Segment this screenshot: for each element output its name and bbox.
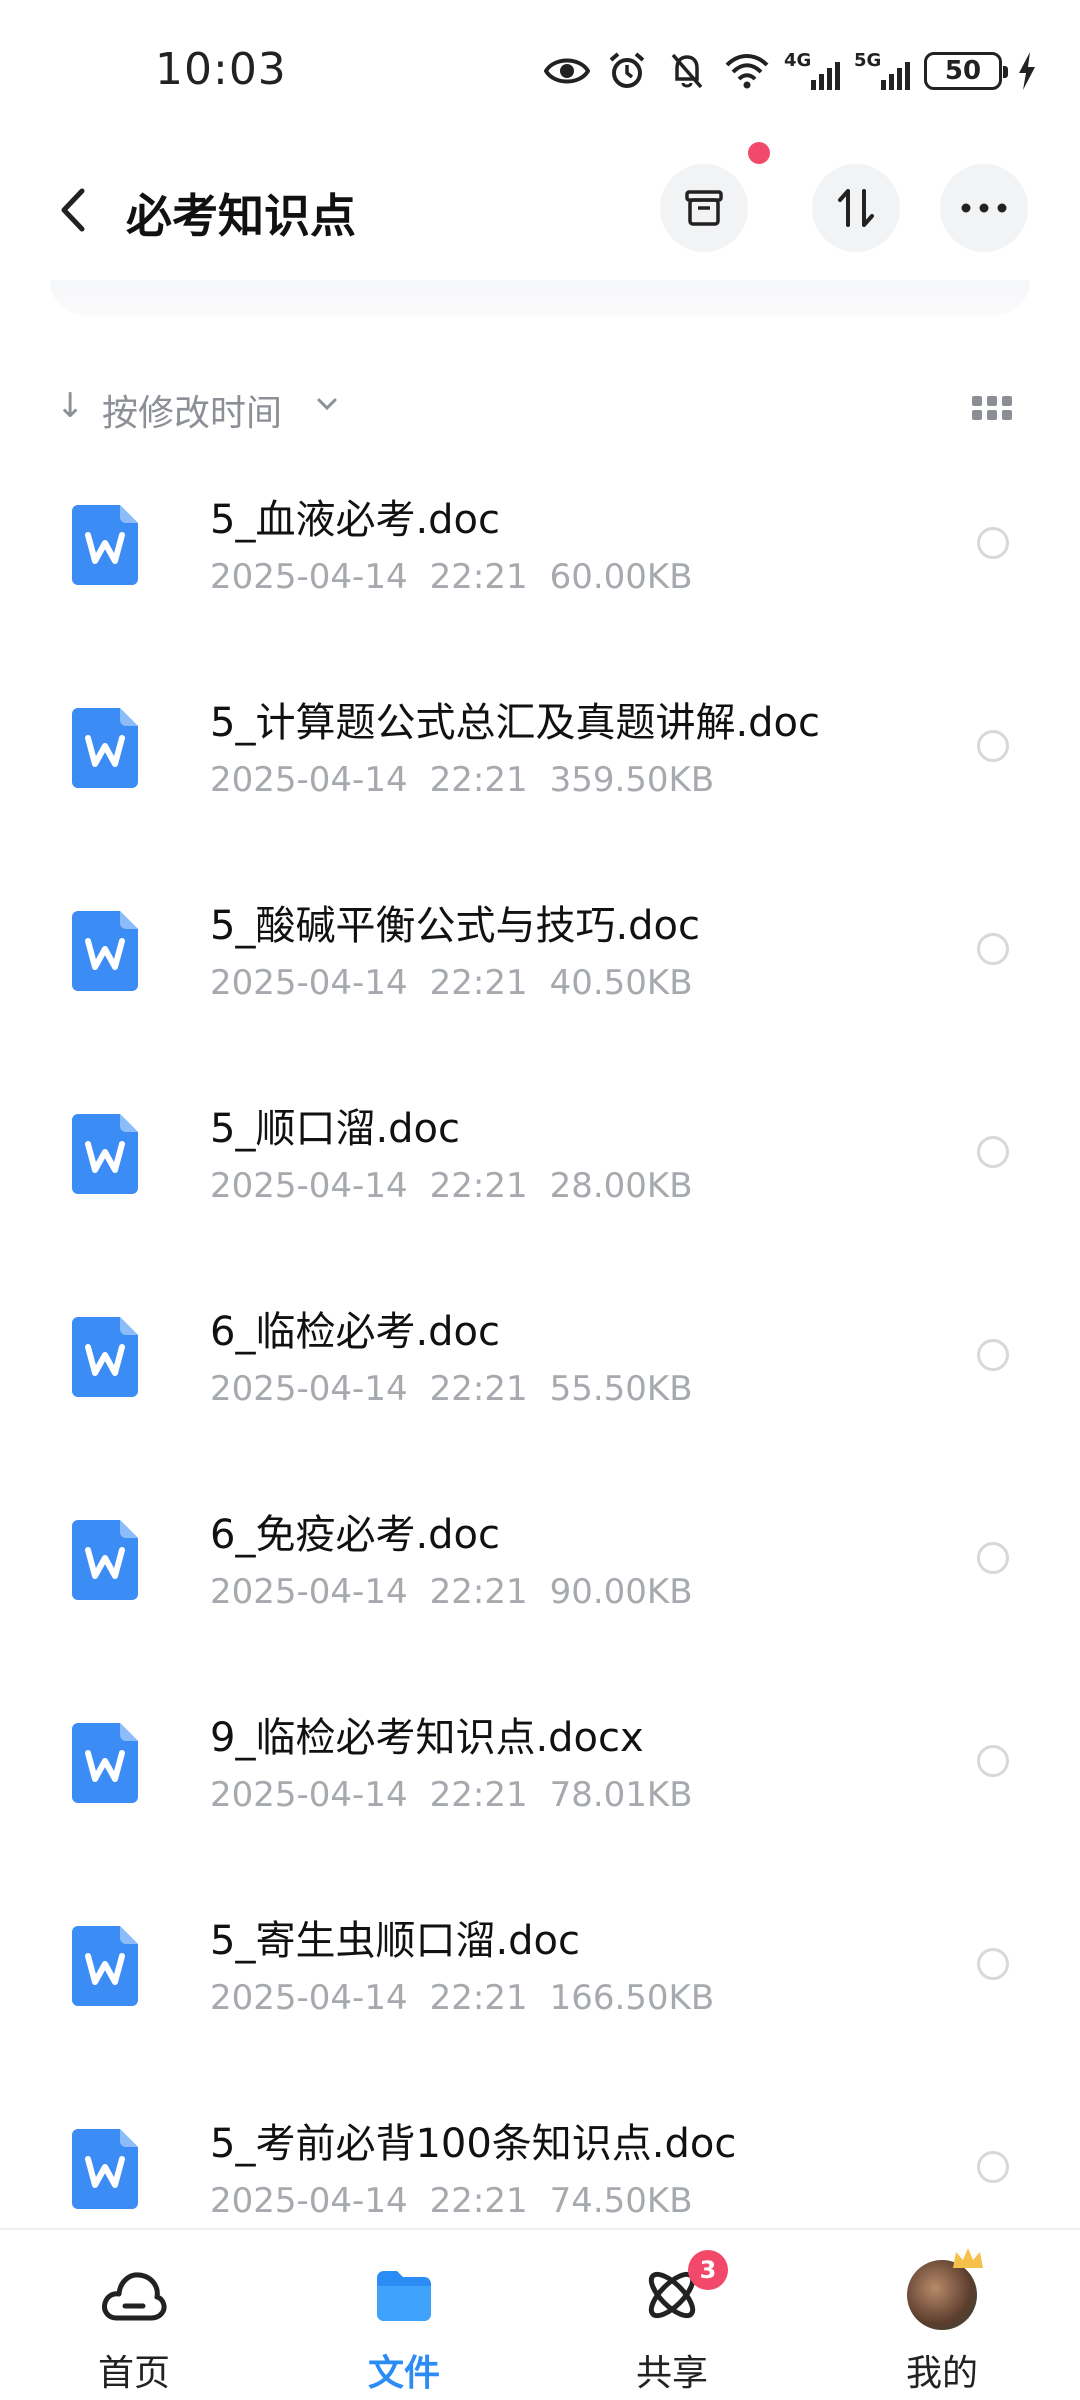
word-doc-icon bbox=[72, 1114, 138, 1194]
word-doc-icon bbox=[72, 1723, 138, 1803]
select-checkbox[interactable] bbox=[977, 730, 1009, 762]
nav-mine-label: 我的 bbox=[905, 2353, 978, 2394]
collapsed-search-panel bbox=[50, 280, 1030, 316]
word-doc-icon bbox=[72, 708, 138, 788]
nav-files-label: 文件 bbox=[367, 2353, 440, 2394]
sort-label[interactable]: 按修改时间 bbox=[102, 384, 282, 436]
file-row[interactable]: 6_临检必考.doc 2025-04-14 22:21 55.50KB bbox=[0, 1287, 1080, 1490]
page-title: 必考知识点 bbox=[126, 189, 356, 243]
word-doc-icon bbox=[72, 1317, 138, 1397]
eye-icon bbox=[544, 48, 590, 94]
file-meta: 2025-04-14 22:21 40.50KB bbox=[210, 963, 693, 1003]
word-doc-icon bbox=[72, 2129, 138, 2209]
archive-icon bbox=[685, 190, 723, 226]
file-name: 5_顺口溜.doc bbox=[210, 1106, 461, 1152]
sort-row: ↓ 按修改时间 bbox=[0, 370, 1080, 450]
more-button[interactable] bbox=[940, 164, 1028, 252]
file-row[interactable]: 6_免疫必考.doc 2025-04-14 22:21 90.00KB bbox=[0, 1490, 1080, 1693]
archive-button[interactable] bbox=[660, 164, 748, 252]
file-name: 9_临检必考知识点.docx bbox=[210, 1715, 644, 1761]
file-name: 5_酸碱平衡公式与技巧.doc bbox=[210, 903, 701, 949]
word-doc-icon bbox=[72, 1520, 138, 1600]
nav-share[interactable]: 3 共享 bbox=[592, 2250, 752, 2400]
sort-button[interactable] bbox=[812, 164, 900, 252]
select-checkbox[interactable] bbox=[977, 1745, 1009, 1777]
status-time: 10:03 bbox=[155, 44, 287, 95]
word-doc-icon bbox=[72, 1926, 138, 2006]
arrow-down-icon: ↓ bbox=[56, 386, 85, 426]
file-row[interactable]: 5_血液必考.doc 2025-04-14 22:21 60.00KB bbox=[0, 475, 1080, 678]
nav-home-label: 首页 bbox=[97, 2353, 170, 2394]
header: 必考知识点 bbox=[0, 150, 1080, 270]
status-bar: 10:03 4G 5G 50 bbox=[0, 0, 1080, 140]
notification-dot bbox=[748, 142, 770, 164]
file-meta: 2025-04-14 22:21 60.00KB bbox=[210, 557, 693, 597]
nav-files[interactable]: 文件 bbox=[324, 2260, 484, 2400]
file-row[interactable]: 5_寄生虫顺口溜.doc 2025-04-14 22:21 166.50KB bbox=[0, 1896, 1080, 2099]
word-doc-icon bbox=[72, 505, 138, 585]
signal-5g-icon: 5G bbox=[854, 48, 910, 94]
file-list: 5_血液必考.doc 2025-04-14 22:21 60.00KB 5_计算题公… bbox=[0, 475, 1080, 2302]
file-meta: 2025-04-14 22:21 78.01KB bbox=[210, 1775, 693, 1815]
file-name: 5_寄生虫顺口溜.doc bbox=[210, 1918, 581, 1964]
file-name: 5_计算题公式总汇及真题讲解.doc bbox=[210, 700, 821, 746]
sort-arrows-icon bbox=[838, 189, 874, 227]
select-checkbox[interactable] bbox=[977, 1339, 1009, 1371]
file-name: 5_考前必背100条知识点.doc bbox=[210, 2121, 737, 2167]
file-meta: 2025-04-14 22:21 55.50KB bbox=[210, 1369, 693, 1409]
share-badge: 3 bbox=[688, 2250, 728, 2290]
chevron-left-icon bbox=[61, 188, 85, 232]
folder-icon bbox=[369, 2260, 439, 2330]
avatar bbox=[907, 2248, 983, 2330]
file-row[interactable]: 9_临检必考知识点.docx 2025-04-14 22:21 78.01KB bbox=[0, 1693, 1080, 1896]
nav-mine[interactable]: 我的 bbox=[862, 2248, 1022, 2400]
battery-icon: 50 bbox=[924, 52, 1008, 90]
file-name: 6_免疫必考.doc bbox=[210, 1512, 501, 1558]
file-row[interactable]: 5_顺口溜.doc 2025-04-14 22:21 28.00KB bbox=[0, 1084, 1080, 1287]
file-name: 6_临检必考.doc bbox=[210, 1309, 501, 1355]
file-name: 5_血液必考.doc bbox=[210, 497, 501, 543]
mute-bell-icon bbox=[664, 48, 710, 94]
status-icons: 4G 5G 50 bbox=[544, 48, 1038, 94]
select-checkbox[interactable] bbox=[977, 1948, 1009, 1980]
signal-4g-icon: 4G bbox=[784, 48, 840, 94]
select-checkbox[interactable] bbox=[977, 933, 1009, 965]
select-checkbox[interactable] bbox=[977, 1542, 1009, 1574]
cloud-icon bbox=[99, 2260, 169, 2330]
file-meta: 2025-04-14 22:21 28.00KB bbox=[210, 1166, 693, 1206]
bottom-nav: 首页 文件 3 共享 我的 bbox=[0, 2228, 1080, 2400]
file-meta: 2025-04-14 22:21 90.00KB bbox=[210, 1572, 693, 1612]
file-row[interactable]: 5_计算题公式总汇及真题讲解.doc 2025-04-14 22:21 359.50… bbox=[0, 678, 1080, 881]
file-meta: 2025-04-14 22:21 74.50KB bbox=[210, 2181, 693, 2221]
word-doc-icon bbox=[72, 911, 138, 991]
back-button[interactable] bbox=[48, 180, 98, 240]
file-row[interactable]: 5_酸碱平衡公式与技巧.doc 2025-04-14 22:21 40.50KB bbox=[0, 881, 1080, 1084]
select-checkbox[interactable] bbox=[977, 1136, 1009, 1168]
chevron-down-icon[interactable] bbox=[316, 396, 338, 415]
more-dots-icon bbox=[961, 203, 1007, 213]
file-meta: 2025-04-14 22:21 166.50KB bbox=[210, 1978, 715, 2018]
select-checkbox[interactable] bbox=[977, 527, 1009, 559]
grid-view-icon[interactable] bbox=[972, 396, 1012, 424]
crown-icon bbox=[953, 2248, 983, 2268]
wifi-icon bbox=[724, 48, 770, 94]
alarm-icon bbox=[604, 48, 650, 94]
nav-home[interactable]: 首页 bbox=[54, 2260, 214, 2400]
select-checkbox[interactable] bbox=[977, 2151, 1009, 2183]
charging-icon bbox=[1016, 48, 1038, 94]
file-meta: 2025-04-14 22:21 359.50KB bbox=[210, 760, 715, 800]
nav-share-label: 共享 bbox=[635, 2353, 708, 2394]
